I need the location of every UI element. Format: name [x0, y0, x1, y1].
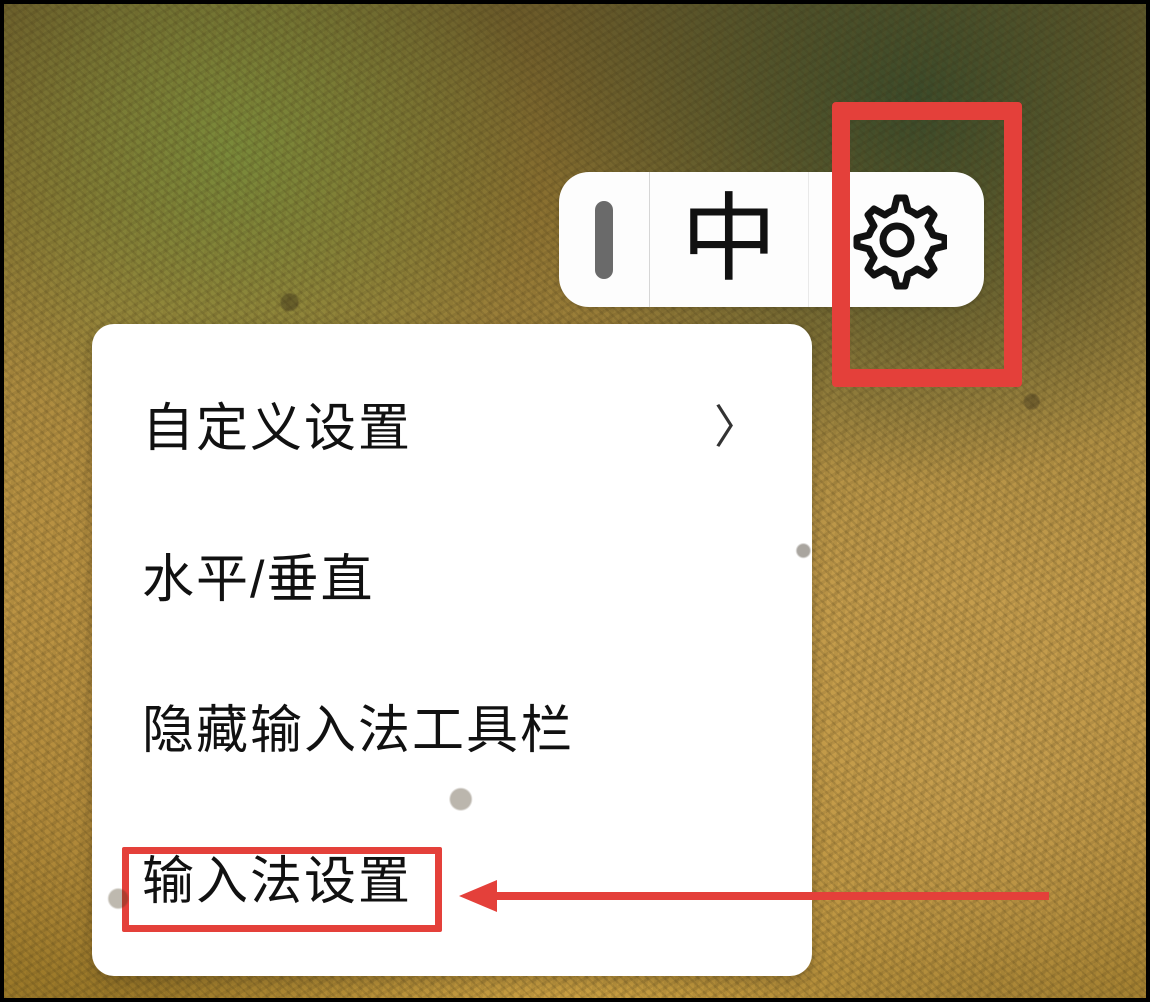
- ime-drag-handle[interactable]: [559, 172, 649, 307]
- menu-item-custom-settings[interactable]: 自定义设置 〉: [92, 348, 812, 499]
- menu-item-ime-settings[interactable]: 输入法设置: [92, 801, 812, 952]
- menu-item-label: 输入法设置: [142, 839, 412, 914]
- drag-grip-icon: [595, 201, 613, 279]
- menu-item-orientation[interactable]: 水平/垂直: [92, 499, 812, 650]
- menu-item-label: 自定义设置: [142, 386, 412, 461]
- chevron-right-icon: 〉: [714, 391, 762, 457]
- ime-settings-button[interactable]: [809, 172, 984, 307]
- desktop-background: 中 自定义设置 〉 水平/垂直 隐藏输入法工具栏 输入法设置: [0, 0, 1150, 1002]
- ime-language-toggle[interactable]: 中: [649, 172, 809, 307]
- gear-icon: [847, 190, 947, 290]
- ime-toolbar: 中: [559, 172, 984, 307]
- menu-item-hide-toolbar[interactable]: 隐藏输入法工具栏: [92, 650, 812, 801]
- ime-context-menu: 自定义设置 〉 水平/垂直 隐藏输入法工具栏 输入法设置: [92, 324, 812, 976]
- menu-item-label: 水平/垂直: [142, 537, 374, 612]
- language-indicator-label: 中: [681, 192, 777, 288]
- menu-item-label: 隐藏输入法工具栏: [142, 688, 574, 763]
